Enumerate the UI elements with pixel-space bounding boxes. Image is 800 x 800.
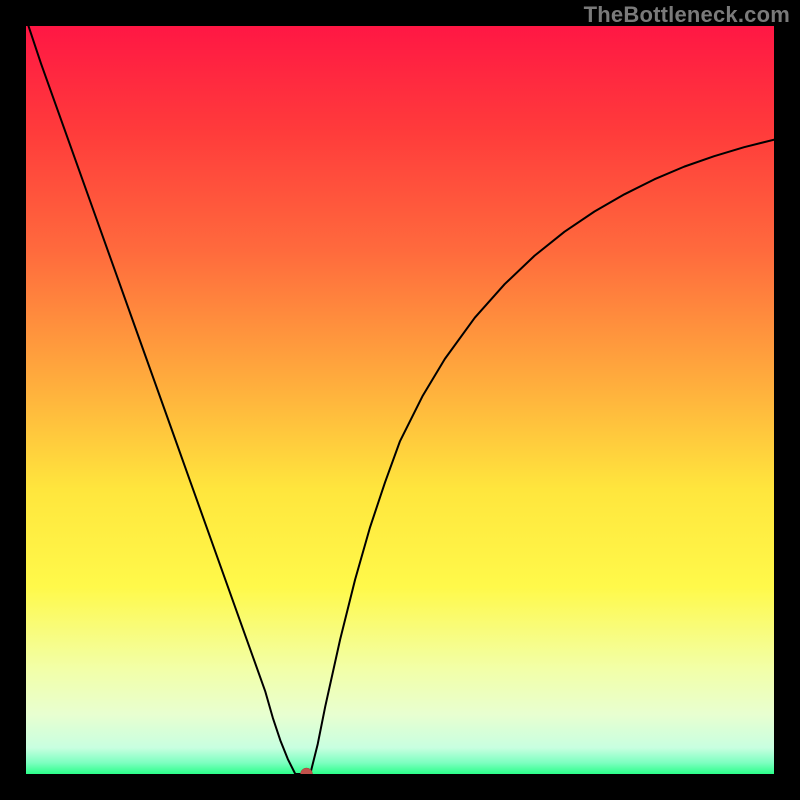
chart-svg: [26, 26, 774, 774]
gradient-backdrop: [26, 26, 774, 774]
chart-stage: TheBottleneck.com: [0, 0, 800, 800]
watermark-text: TheBottleneck.com: [584, 2, 790, 28]
plot-area: [26, 26, 774, 774]
